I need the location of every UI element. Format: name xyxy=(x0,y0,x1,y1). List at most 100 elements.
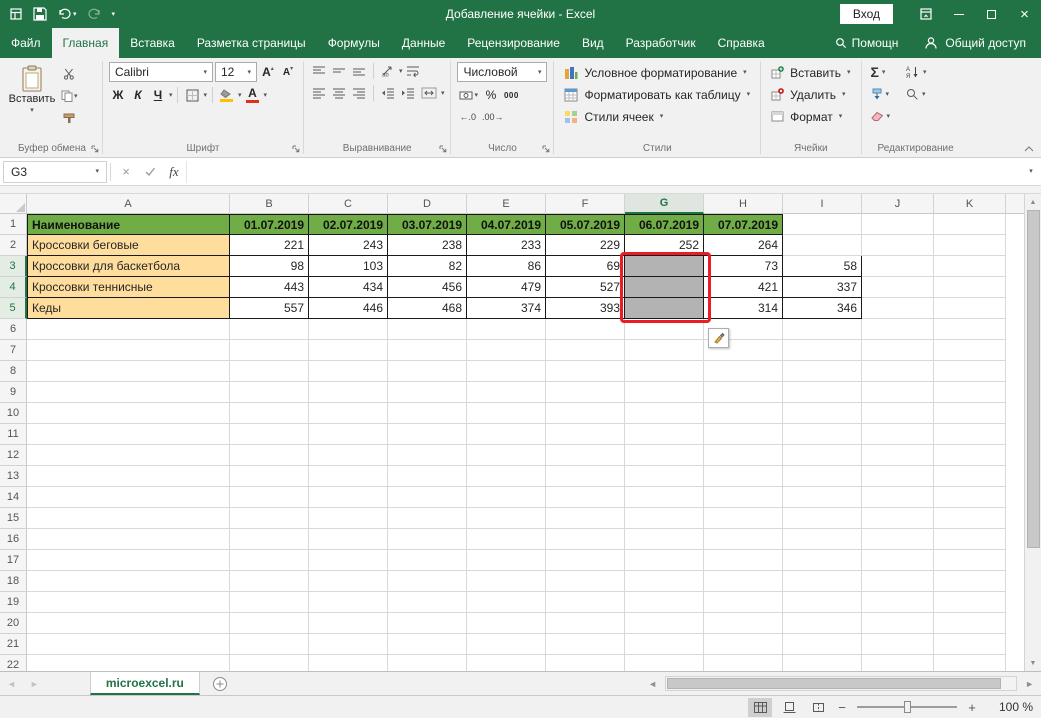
cell-E16[interactable] xyxy=(467,529,546,550)
normal-view-button[interactable] xyxy=(748,698,772,717)
cell-B11[interactable] xyxy=(230,424,309,445)
cell-I16[interactable] xyxy=(783,529,862,550)
cell-E5[interactable]: 374 xyxy=(467,298,546,319)
underline-button[interactable]: Ч xyxy=(149,86,167,104)
cell-B7[interactable] xyxy=(230,340,309,361)
cell-I4[interactable]: 337 xyxy=(783,277,862,298)
undo-dropdown-icon[interactable]: ▾ xyxy=(73,11,77,18)
align-bottom-button[interactable] xyxy=(350,62,368,80)
sheet-tab-active[interactable]: microexcel.ru xyxy=(90,672,200,695)
cell-B13[interactable] xyxy=(230,466,309,487)
cell-G11[interactable] xyxy=(625,424,704,445)
cell-I14[interactable] xyxy=(783,487,862,508)
sign-in-button[interactable]: Вход xyxy=(840,4,893,24)
cell-J15[interactable] xyxy=(862,508,934,529)
cell-F7[interactable] xyxy=(546,340,625,361)
cell-K4[interactable] xyxy=(934,277,1006,298)
cell-J16[interactable] xyxy=(862,529,934,550)
cell-I3[interactable]: 58 xyxy=(783,256,862,277)
row-header-11[interactable]: 11 xyxy=(0,424,27,445)
cell-E13[interactable] xyxy=(467,466,546,487)
name-box[interactable]: G3▾ xyxy=(3,161,107,183)
fill-color-button[interactable] xyxy=(218,86,236,104)
collapse-ribbon-icon[interactable] xyxy=(1024,146,1034,152)
ribbon-tab-4[interactable]: Формулы xyxy=(317,28,391,58)
row-header-12[interactable]: 12 xyxy=(0,445,27,466)
bold-button[interactable]: Ж xyxy=(109,86,127,104)
cell-A21[interactable] xyxy=(27,634,230,655)
cell-C3[interactable]: 103 xyxy=(309,256,388,277)
column-header-F[interactable]: F xyxy=(546,194,625,214)
cell-D22[interactable] xyxy=(388,655,467,671)
cell-K13[interactable] xyxy=(934,466,1006,487)
row-header-13[interactable]: 13 xyxy=(0,466,27,487)
zoom-out-button[interactable]: − xyxy=(835,700,849,715)
cell-K22[interactable] xyxy=(934,655,1006,671)
close-button[interactable]: × xyxy=(1008,0,1041,28)
cell-I8[interactable] xyxy=(783,361,862,382)
cell-K14[interactable] xyxy=(934,487,1006,508)
cell-F3[interactable]: 69 xyxy=(546,256,625,277)
cell-G2[interactable]: 252 xyxy=(625,235,704,256)
cell-A5[interactable]: Кеды xyxy=(27,298,230,319)
cell-C1[interactable]: 02.07.2019 xyxy=(309,214,388,235)
row-header-10[interactable]: 10 xyxy=(0,403,27,424)
column-header-D[interactable]: D xyxy=(388,194,467,214)
cell-E11[interactable] xyxy=(467,424,546,445)
cell-H5[interactable]: 314 xyxy=(704,298,783,319)
cell-K19[interactable] xyxy=(934,592,1006,613)
cell-B8[interactable] xyxy=(230,361,309,382)
fill-button[interactable]: ▾ xyxy=(868,84,894,104)
zoom-level[interactable]: 100 % xyxy=(989,700,1033,714)
cell-F16[interactable] xyxy=(546,529,625,550)
scroll-down-icon[interactable]: ▼ xyxy=(1030,656,1037,670)
cell-A12[interactable] xyxy=(27,445,230,466)
font-name-combobox[interactable]: Calibri▾ xyxy=(109,62,213,82)
cell-B2[interactable]: 221 xyxy=(230,235,309,256)
cell-A6[interactable] xyxy=(27,319,230,340)
cell-I19[interactable] xyxy=(783,592,862,613)
scroll-up-icon[interactable]: ▲ xyxy=(1030,195,1037,209)
row-header-21[interactable]: 21 xyxy=(0,634,27,655)
cell-I22[interactable] xyxy=(783,655,862,671)
cell-I6[interactable] xyxy=(783,319,862,340)
horizontal-scroll-thumb[interactable] xyxy=(667,678,1001,689)
row-header-6[interactable]: 6 xyxy=(0,319,27,340)
cell-C22[interactable] xyxy=(309,655,388,671)
cell-styles-button[interactable]: Стили ячеек▾ xyxy=(560,106,754,127)
row-header-15[interactable]: 15 xyxy=(0,508,27,529)
cell-K5[interactable] xyxy=(934,298,1006,319)
orientation-button[interactable]: ab xyxy=(379,62,397,80)
cell-G5[interactable] xyxy=(625,298,704,319)
cell-H21[interactable] xyxy=(704,634,783,655)
cell-H9[interactable] xyxy=(704,382,783,403)
insert-options-button[interactable] xyxy=(708,328,729,348)
cell-H15[interactable] xyxy=(704,508,783,529)
maximize-button[interactable] xyxy=(975,0,1008,28)
cell-J9[interactable] xyxy=(862,382,934,403)
row-header-20[interactable]: 20 xyxy=(0,613,27,634)
cell-B3[interactable]: 98 xyxy=(230,256,309,277)
cell-A16[interactable] xyxy=(27,529,230,550)
cell-A19[interactable] xyxy=(27,592,230,613)
row-header-3[interactable]: 3 xyxy=(0,256,27,277)
cell-H14[interactable] xyxy=(704,487,783,508)
align-middle-button[interactable] xyxy=(330,62,348,80)
cell-F9[interactable] xyxy=(546,382,625,403)
cell-J19[interactable] xyxy=(862,592,934,613)
cell-D8[interactable] xyxy=(388,361,467,382)
cell-C4[interactable]: 434 xyxy=(309,277,388,298)
cell-E15[interactable] xyxy=(467,508,546,529)
cell-B5[interactable]: 557 xyxy=(230,298,309,319)
cell-H3[interactable]: 73 xyxy=(704,256,783,277)
cell-E8[interactable] xyxy=(467,361,546,382)
copy-button[interactable]: ▾ xyxy=(59,87,80,105)
cell-J10[interactable] xyxy=(862,403,934,424)
borders-button[interactable] xyxy=(183,86,201,104)
cell-I10[interactable] xyxy=(783,403,862,424)
cell-A10[interactable] xyxy=(27,403,230,424)
cell-D5[interactable]: 468 xyxy=(388,298,467,319)
cell-D10[interactable] xyxy=(388,403,467,424)
cell-J20[interactable] xyxy=(862,613,934,634)
cell-C21[interactable] xyxy=(309,634,388,655)
